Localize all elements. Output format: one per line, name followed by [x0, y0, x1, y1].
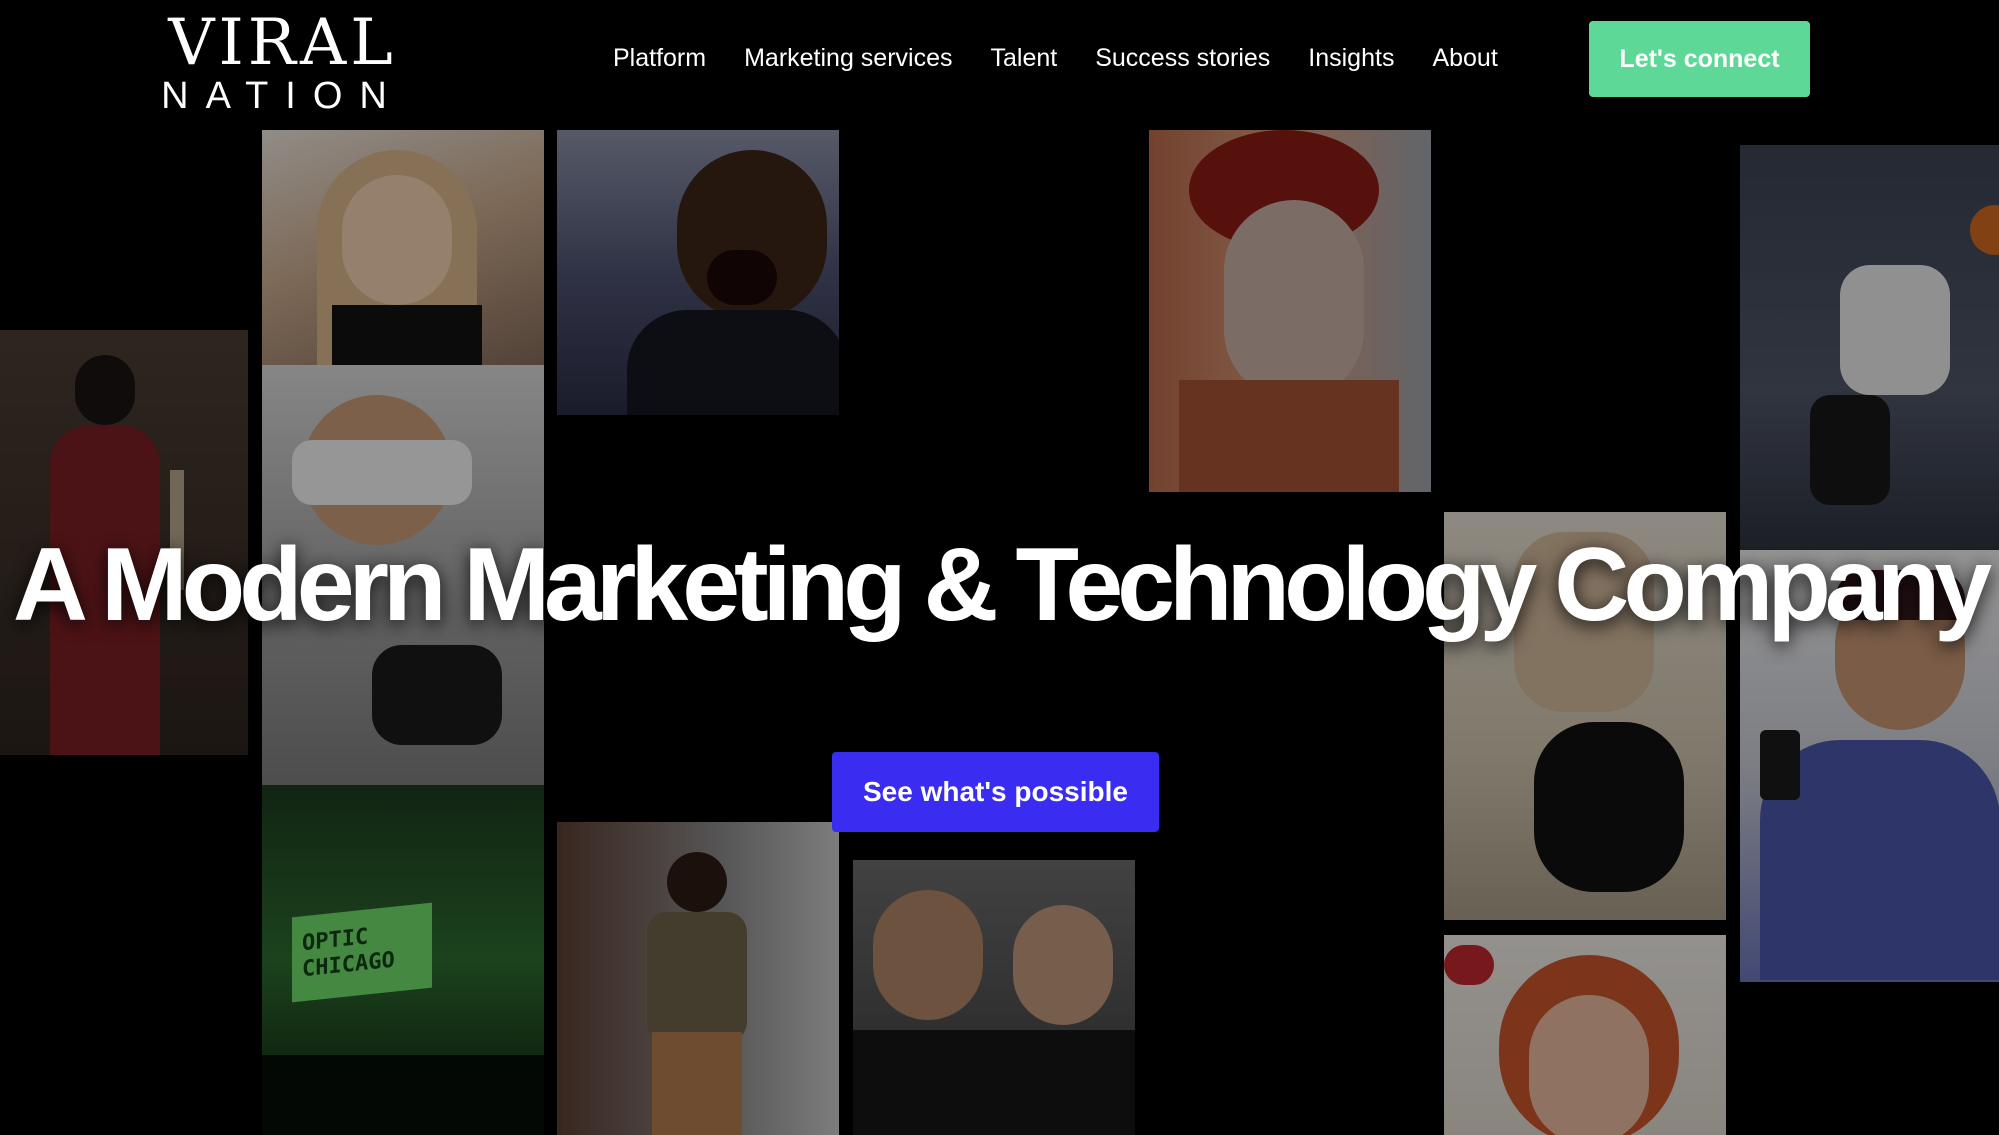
collage-photo-street-fashion — [557, 822, 839, 1135]
nav-link-insights[interactable]: Insights — [1308, 38, 1394, 78]
hero-title: A Modern Marketing & Technology Company — [12, 527, 1992, 643]
nav-link-platform[interactable]: Platform — [613, 38, 706, 78]
nav-link-marketing-services[interactable]: Marketing services — [744, 38, 952, 78]
nav-link-talent[interactable]: Talent — [991, 38, 1058, 78]
collage-photo-redhead-laughing — [1444, 935, 1726, 1135]
top-navigation: VIRAL NATION Platform Marketing services… — [0, 0, 1999, 125]
collage-photo-basketball — [1740, 145, 1999, 553]
logo-word-top: VIRAL — [168, 6, 397, 80]
viral-nation-logo[interactable]: VIRAL NATION — [160, 8, 405, 118]
see-whats-possible-button[interactable]: See what's possible — [832, 752, 1159, 832]
lets-connect-button[interactable]: Let's connect — [1589, 21, 1810, 97]
nav-links: Platform Marketing services Talent Succe… — [613, 38, 1536, 78]
collage-photo-face-paint — [1149, 130, 1431, 492]
logo-word-bottom: NATION — [161, 75, 404, 117]
nav-link-about[interactable]: About — [1432, 38, 1497, 78]
collage-photo-laughing-man — [557, 130, 839, 415]
collage-photo-esports-arena: OPTIC CHICAGO — [262, 785, 544, 1135]
collage-photo-friends-selfie — [853, 860, 1135, 1135]
collage-photo-blonde-woman — [262, 130, 544, 382]
nav-link-success-stories[interactable]: Success stories — [1095, 38, 1270, 78]
